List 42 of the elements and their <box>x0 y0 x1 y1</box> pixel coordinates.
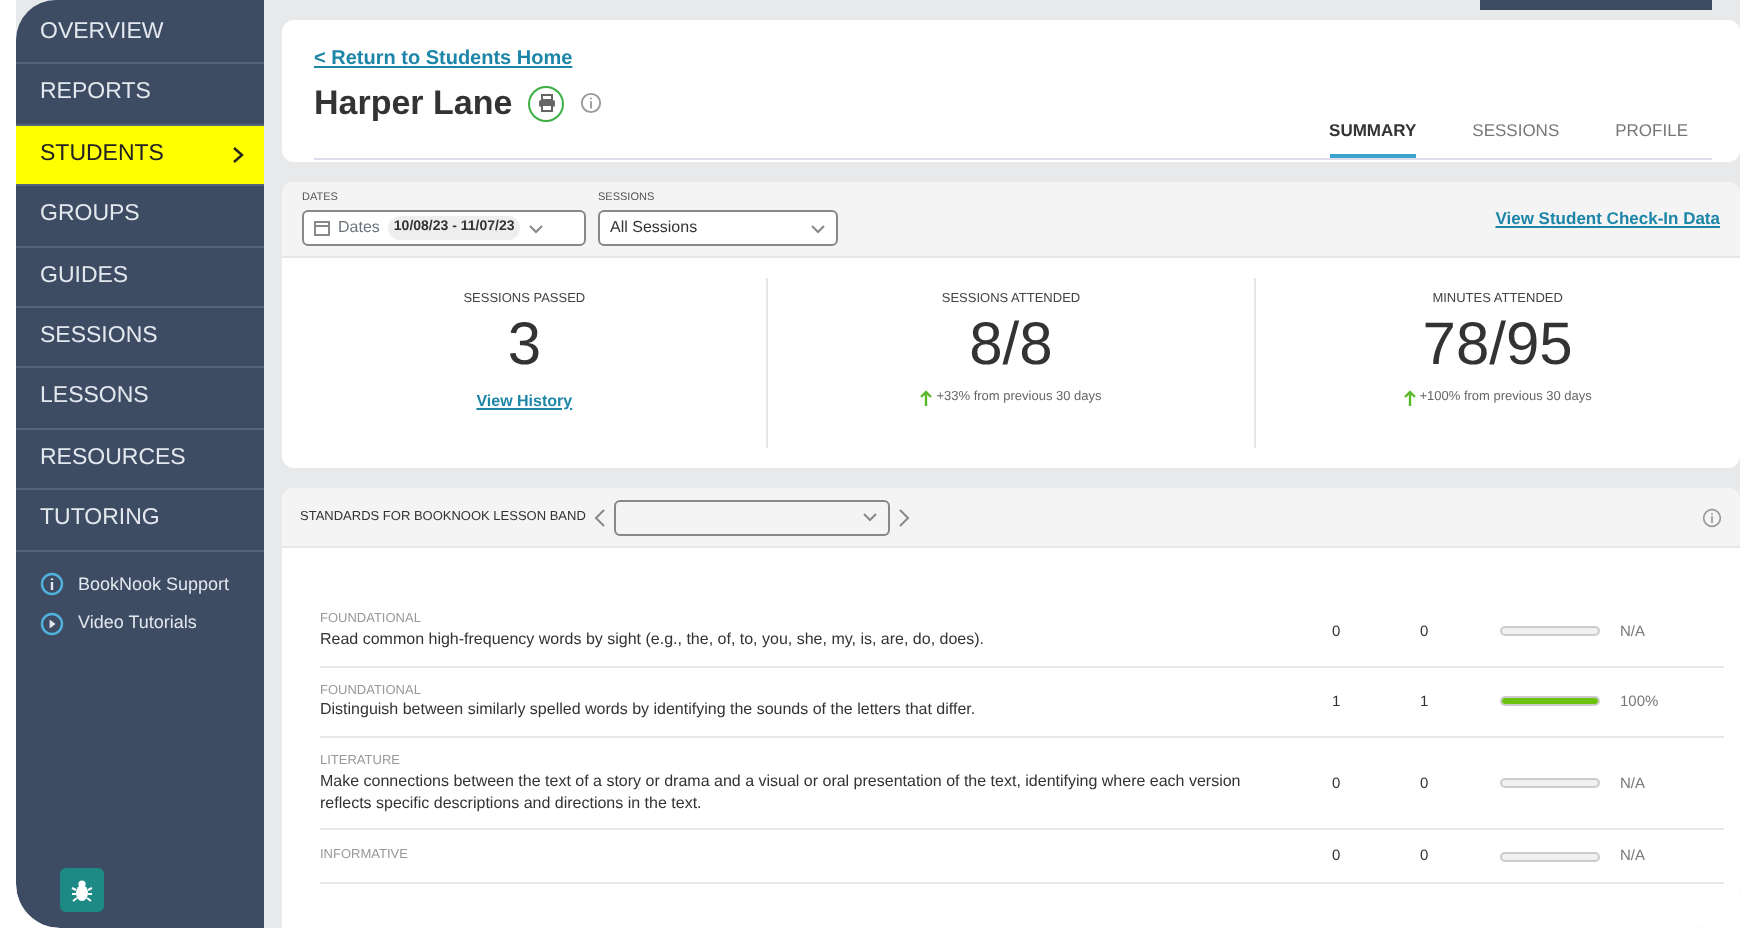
lesson-band-dropdown[interactable] <box>613 499 890 535</box>
sidebar-item[interactable]: GROUPS <box>16 186 264 248</box>
info-icon[interactable] <box>580 92 603 115</box>
printer-icon <box>537 94 556 113</box>
chevron-icon <box>232 145 244 164</box>
chevron-right-icon[interactable] <box>897 507 910 527</box>
info-icon[interactable] <box>1702 507 1722 527</box>
tab[interactable]: SUMMARY <box>1329 117 1417 159</box>
caret-icon <box>528 223 545 233</box>
info-icon <box>40 572 64 597</box>
sidebar-item[interactable]: STUDENTS <box>16 125 264 187</box>
up-arrow-icon <box>1403 389 1416 406</box>
standard-description: Distinguish between similarly spelled words by identifying the sounds of the letters that differ. <box>320 700 978 723</box>
sidebar-item[interactable]: GUIDES <box>16 247 264 308</box>
sidebar-link[interactable]: BookNook Support <box>78 571 230 599</box>
back-link[interactable]: < Return to Students Home <box>314 44 1712 74</box>
sidebar-item[interactable]: TUTORING <box>16 490 264 552</box>
check-in-data-link[interactable]: View Student Check-In Data <box>1495 206 1720 232</box>
student-name: Harper Lane <box>314 82 513 126</box>
caret-icon <box>861 512 878 522</box>
play-icon <box>40 611 64 636</box>
chevron-left-icon[interactable] <box>593 507 606 527</box>
stat-value: 8/8 <box>969 309 1053 382</box>
sidebar-item[interactable]: LESSONS <box>16 368 264 430</box>
view-history-link[interactable]: View History <box>476 389 573 414</box>
caret-icon <box>810 223 826 233</box>
sessions-dropdown[interactable]: All Sessions <box>598 210 838 246</box>
tab[interactable]: SESSIONS <box>1472 117 1560 159</box>
standard-description: Read common high-frequency words by sight (e.g., the, of, to, you, she, my, is, are, do, does). <box>320 629 987 652</box>
calendar-icon <box>314 220 330 236</box>
bug-report-button[interactable] <box>60 868 104 912</box>
bug-icon <box>70 877 94 903</box>
sidebar-item[interactable]: SESSIONS <box>16 307 264 369</box>
stat-value: 3 <box>507 309 541 382</box>
sidebar-item[interactable]: OVERVIEW <box>16 4 264 65</box>
stat-value: 78/95 <box>1422 309 1573 382</box>
print-button[interactable] <box>528 85 565 122</box>
sidebar-link[interactable]: Video Tutorials <box>78 610 197 638</box>
standard-description: Make connections between the text of a story or drama and a visual or oral presentation of the text, identifying where each version reflects specific descriptions and directions in the text. <box>320 771 1243 815</box>
sidebar-item[interactable]: RESOURCES <box>16 429 264 491</box>
up-arrow-icon <box>920 389 933 406</box>
tab[interactable]: PROFILE <box>1615 117 1688 159</box>
